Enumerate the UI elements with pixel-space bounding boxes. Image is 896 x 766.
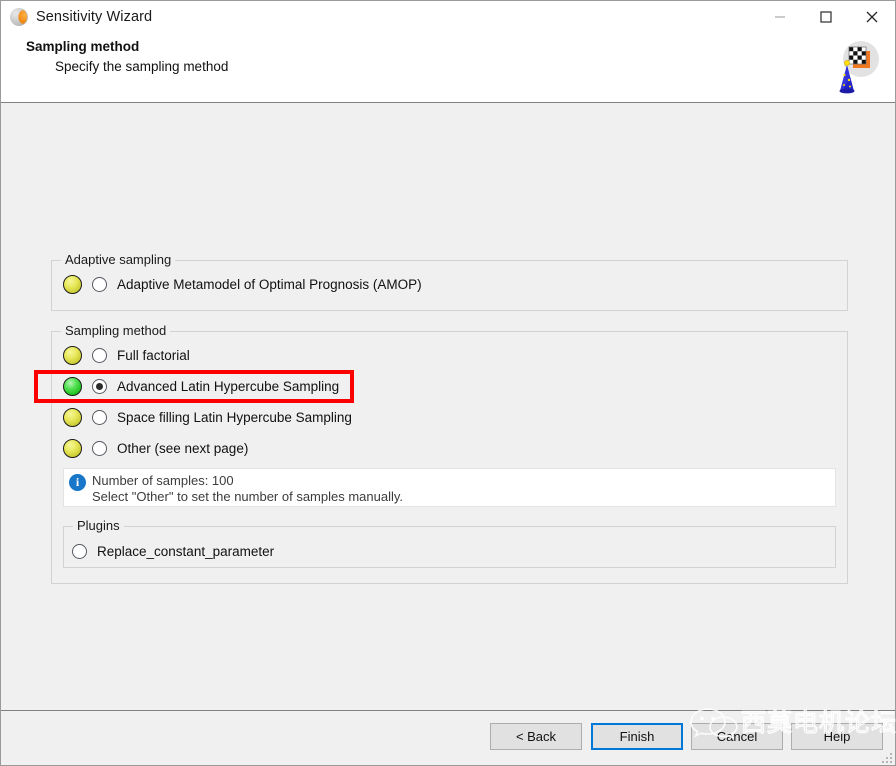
option-row-amop[interactable]: Adaptive Metamodel of Optimal Prognosis … [63, 273, 422, 295]
window-controls [757, 1, 895, 33]
option-label-replace-constant-parameter: Replace_constant_parameter [97, 543, 275, 559]
option-label-full-factorial: Full factorial [117, 347, 190, 363]
window-title: Sensitivity Wizard [36, 9, 153, 25]
info-panel: i Number of samples: 100 Select "Other" … [63, 468, 836, 507]
option-row-advanced-lhs[interactable]: Advanced Latin Hypercube Sampling [63, 375, 339, 397]
option-row-full-factorial[interactable]: Full factorial [63, 344, 190, 366]
page-title: Sampling method [26, 39, 140, 54]
radio-space-filling-lhs[interactable] [92, 409, 107, 425]
status-sphere-icon [63, 345, 82, 365]
radio-full-factorial[interactable] [92, 347, 107, 363]
option-row-replace-constant-parameter[interactable]: Replace_constant_parameter [72, 540, 274, 562]
resize-grip-icon[interactable] [880, 751, 892, 763]
radio-other[interactable] [92, 440, 107, 456]
status-sphere-icon [63, 438, 82, 458]
option-row-space-filling-lhs[interactable]: Space filling Latin Hypercube Sampling [63, 406, 352, 428]
status-sphere-icon [63, 376, 82, 396]
wizard-hat-checkerboard-icon [823, 39, 881, 97]
group-adaptive-sampling-legend: Adaptive sampling [61, 252, 176, 267]
group-sampling-method-legend: Sampling method [61, 323, 171, 338]
sensitivity-wizard-window: Sensitivity Wizard Sampling method Speci… [0, 0, 896, 766]
info-hint: Select "Other" to set the number of samp… [92, 489, 404, 504]
option-label-amop: Adaptive Metamodel of Optimal Prognosis … [117, 276, 422, 292]
title-bar: Sensitivity Wizard [1, 1, 895, 33]
maximize-icon[interactable] [803, 1, 849, 33]
info-icon: i [69, 474, 86, 491]
wizard-footer: < Back Finish Cancel Help [1, 710, 895, 765]
option-label-space-filling-lhs: Space filling Latin Hypercube Sampling [117, 409, 352, 425]
cancel-button[interactable]: Cancel [691, 723, 783, 750]
option-label-other: Other (see next page) [117, 440, 249, 456]
page-subtitle: Specify the sampling method [55, 59, 229, 74]
status-sphere-icon [63, 274, 82, 294]
back-button[interactable]: < Back [490, 723, 582, 750]
radio-advanced-lhs[interactable] [92, 378, 107, 394]
option-row-other[interactable]: Other (see next page) [63, 437, 248, 459]
minimize-icon[interactable] [757, 1, 803, 33]
radio-amop[interactable] [92, 276, 107, 292]
status-sphere-icon [63, 407, 82, 427]
finish-button[interactable]: Finish [591, 723, 683, 750]
radio-replace-constant-parameter[interactable] [72, 543, 87, 559]
wizard-body: Adaptive sampling Adaptive Metamodel of … [1, 103, 895, 710]
group-plugins-legend: Plugins [73, 518, 124, 533]
option-label-advanced-lhs: Advanced Latin Hypercube Sampling [117, 378, 340, 394]
close-icon[interactable] [849, 1, 895, 33]
help-button[interactable]: Help [791, 723, 883, 750]
wizard-header: Sampling method Specify the sampling met… [1, 33, 895, 103]
info-number-of-samples: Number of samples: 100 [92, 473, 234, 488]
sphere-logo-icon [10, 8, 28, 26]
